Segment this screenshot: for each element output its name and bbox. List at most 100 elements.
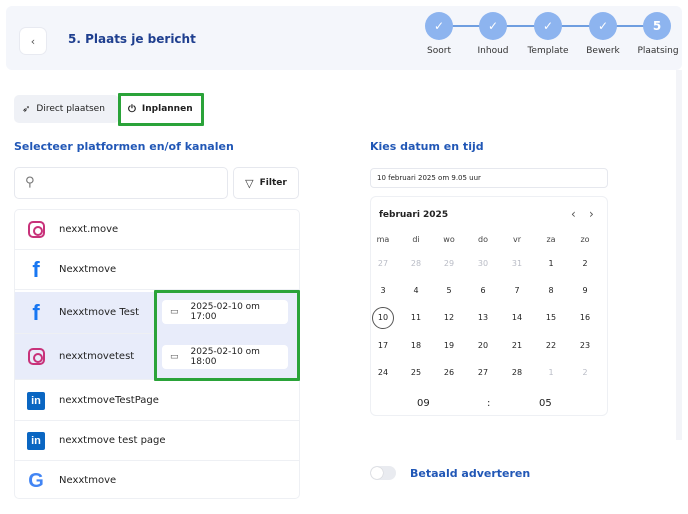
page-title: 5. Plaats je bericht [68,32,196,46]
search-input[interactable]: ⚲ [14,167,228,199]
calendar-day[interactable]: 27 [372,256,394,272]
linkedin-icon: in [25,390,47,412]
minute-value[interactable]: 05 [539,398,552,409]
calendar-day[interactable]: 17 [372,338,394,354]
weekday-label: ma [376,235,390,244]
step-plaatsing[interactable]: 5 [643,12,671,40]
weekday-label: zo [580,235,590,244]
calendar-day[interactable]: 1 [540,365,562,381]
calendar-day[interactable]: 7 [506,283,528,299]
calendar-day[interactable]: 26 [438,365,460,381]
calendar-day[interactable]: 3 [372,283,394,299]
direct-post-button[interactable]: ➶ Direct plaatsen [14,95,119,123]
calendar-day[interactable]: 9 [574,283,596,299]
calendar-day[interactable]: 14 [506,310,528,326]
datetime-section-title: Kies datum en tijd [370,140,484,153]
weekday-label: do [478,235,488,244]
paid-advertising-label: Betaald adverteren [410,467,531,480]
calendar-day[interactable]: 11 [405,310,427,326]
filter-button[interactable]: ▽ Filter [233,167,299,199]
datetime-highlight-box [154,290,300,381]
platform-row-google-nexxtmove[interactable]: G Nexxtmove [15,461,299,498]
calendar-day[interactable]: 25 [405,365,427,381]
chevron-left-icon: ‹ [30,34,36,48]
scrollbar-track[interactable] [676,70,682,440]
calendar-day[interactable]: 1 [540,256,562,272]
calendar-day[interactable]: 31 [506,256,528,272]
instagram-icon [25,346,47,368]
step-label: Plaatsing [637,46,679,56]
calendar: februari 2025 ‹ › ma di wo do vr za zo 27 28 29 30… [370,196,608,416]
calendar-day[interactable]: 20 [472,338,494,354]
calendar-day[interactable]: 28 [405,256,427,272]
progress-stepper: ✓ ✓ ✓ ✓ 5 Soort Inhoud Template Bewerk P… [418,11,680,66]
date-time-input[interactable]: 10 februari 2025 om 9.05 uur [370,168,608,188]
hour-value[interactable]: 09 [417,398,430,409]
step-number: 5 [652,19,662,33]
check-icon: ✓ [487,19,499,33]
facebook-icon: f [32,256,40,282]
calendar-day[interactable]: 23 [574,338,596,354]
platform-row-nexxt-move[interactable]: nexxt.move [15,210,299,250]
calendar-day[interactable]: 15 [540,310,562,326]
calendar-day[interactable]: 12 [438,310,460,326]
calendar-day[interactable]: 10 [372,307,394,329]
filter-icon: ▽ [245,176,254,190]
calendar-day[interactable]: 16 [574,310,596,326]
linkedin-icon: in [25,430,47,452]
weekday-label: vr [512,235,522,244]
calendar-day[interactable]: 5 [438,283,460,299]
platform-row-linkedin-testpage[interactable]: in nexxtmoveTestPage [15,381,299,421]
calendar-day[interactable]: 6 [472,283,494,299]
calendar-day[interactable]: 13 [472,310,494,326]
chevron-right-icon[interactable]: › [589,207,594,221]
calendar-day[interactable]: 8 [540,283,562,299]
back-button[interactable]: ‹ [20,28,46,54]
step-label: Inhoud [477,46,509,56]
calendar-day[interactable]: 21 [506,338,528,354]
calendar-day[interactable]: 4 [405,283,427,299]
calendar-day[interactable]: 19 [438,338,460,354]
platform-name: nexxtmovetest [59,351,135,362]
platform-name: nexxtmoveTestPage [59,395,159,406]
facebook-icon: f [32,299,40,325]
step-bewerk[interactable]: ✓ [589,12,617,40]
weekday-label: za [546,235,556,244]
send-icon: ➶ [22,103,31,115]
instagram-icon [25,219,47,241]
calendar-day[interactable]: 2 [574,365,596,381]
step-label: Soort [427,46,451,56]
platform-row-nexxtmove-fb[interactable]: f Nexxtmove [15,250,299,290]
step-template[interactable]: ✓ [534,12,562,40]
paid-advertising-toggle[interactable] [370,466,396,480]
platform-name: Nexxtmove [59,475,117,486]
step-label: Bewerk [586,46,620,56]
check-icon: ✓ [542,19,554,33]
weekday-label: di [412,235,420,244]
step-inhoud[interactable]: ✓ [479,12,507,40]
google-icon: G [28,469,44,492]
platform-row-linkedin-test-page[interactable]: in nexxtmove test page [15,421,299,461]
platforms-section-title: Selecteer platformen en/of kanalen [14,140,234,153]
time-separator: : [487,398,491,409]
filter-label: Filter [259,178,287,188]
calendar-day[interactable]: 27 [472,365,494,381]
calendar-day[interactable]: 29 [438,256,460,272]
platform-name: Nexxtmove [59,264,117,275]
direct-post-label: Direct plaatsen [36,104,105,114]
calendar-day[interactable]: 28 [506,365,528,381]
calendar-day[interactable]: 2 [574,256,596,272]
calendar-day[interactable]: 22 [540,338,562,354]
step-label: Template [527,46,569,56]
chevron-left-icon[interactable]: ‹ [571,207,576,221]
search-icon: ⚲ [25,175,35,190]
calendar-day[interactable]: 30 [472,256,494,272]
weekday-label: wo [443,235,455,244]
calendar-day[interactable]: 24 [372,365,394,381]
check-icon: ✓ [597,19,609,33]
schedule-highlight-box [118,93,204,126]
calendar-month: februari 2025 [379,210,449,220]
check-icon: ✓ [433,19,445,33]
step-soort[interactable]: ✓ [425,12,453,40]
calendar-day[interactable]: 18 [405,338,427,354]
